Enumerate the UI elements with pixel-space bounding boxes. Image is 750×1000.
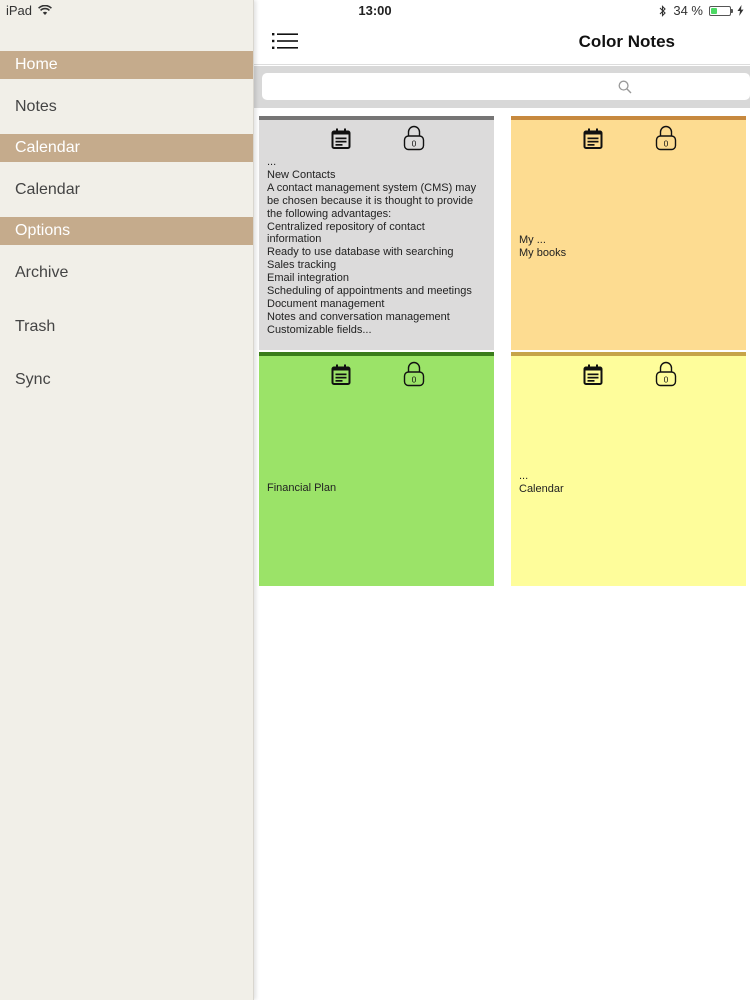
lock-count: 0 bbox=[412, 374, 417, 384]
search-input[interactable] bbox=[262, 73, 750, 100]
note-card[interactable]: 0 Financial Plan bbox=[259, 352, 494, 586]
main-area: Color Notes 0 ... New Contacts A contact… bbox=[254, 0, 750, 1000]
lock-icon[interactable]: 0 bbox=[655, 361, 677, 387]
note-text: My ... My books bbox=[519, 234, 567, 259]
status-right: 34 % bbox=[659, 3, 744, 18]
note-text: ... Calendar bbox=[519, 470, 564, 495]
sidebar-item-notes[interactable]: Notes bbox=[15, 98, 57, 116]
sidebar-item-trash[interactable]: Trash bbox=[15, 318, 55, 336]
note-card[interactable]: 0 My ... My books bbox=[511, 116, 746, 350]
sidebar-item-calendar[interactable]: Calendar bbox=[15, 181, 80, 199]
status-time: 13:00 bbox=[358, 3, 392, 18]
note-text: ... New Contacts A contact management sy… bbox=[267, 156, 477, 336]
calendar-icon[interactable] bbox=[583, 128, 603, 150]
sidebar-header-home: Home bbox=[0, 51, 253, 79]
sidebar: Home Notes Calendar Calendar Options Arc… bbox=[0, 0, 254, 1000]
note-color-bar bbox=[511, 116, 746, 120]
search-icon bbox=[618, 80, 632, 94]
calendar-icon[interactable] bbox=[331, 364, 351, 386]
battery-icon bbox=[709, 5, 733, 16]
sidebar-item-sync[interactable]: Sync bbox=[15, 371, 51, 389]
battery-tip bbox=[731, 8, 733, 13]
sidebar-header-options: Options bbox=[0, 217, 253, 245]
note-color-bar bbox=[511, 352, 746, 356]
note-card[interactable]: 0 ... New Contacts A contact management … bbox=[259, 116, 494, 350]
hamburger-menu-icon[interactable] bbox=[272, 31, 298, 51]
calendar-icon[interactable] bbox=[331, 128, 351, 150]
battery-level bbox=[711, 7, 718, 14]
page-title: Color Notes bbox=[578, 32, 675, 51]
status-bar: iPad 13:00 34 % bbox=[0, 0, 750, 22]
lock-icon[interactable]: 0 bbox=[655, 125, 677, 151]
note-card[interactable]: 0 ... Calendar bbox=[511, 352, 746, 586]
sidebar-item-archive[interactable]: Archive bbox=[15, 264, 68, 282]
lock-count: 0 bbox=[664, 138, 669, 148]
nav-bar: Color Notes bbox=[254, 22, 750, 65]
note-color-bar bbox=[259, 116, 494, 120]
search-bar bbox=[254, 66, 750, 108]
bluetooth-icon bbox=[659, 4, 667, 17]
note-text: Financial Plan bbox=[267, 482, 337, 494]
note-color-bar bbox=[259, 352, 494, 356]
calendar-icon[interactable] bbox=[583, 364, 603, 386]
charging-bolt-icon bbox=[737, 5, 744, 16]
lock-icon[interactable]: 0 bbox=[403, 125, 425, 151]
lock-count: 0 bbox=[664, 374, 669, 384]
lock-count: 0 bbox=[412, 138, 417, 148]
lock-icon[interactable]: 0 bbox=[403, 361, 425, 387]
sidebar-header-calendar: Calendar bbox=[0, 134, 253, 162]
battery-percent: 34 % bbox=[673, 3, 703, 18]
